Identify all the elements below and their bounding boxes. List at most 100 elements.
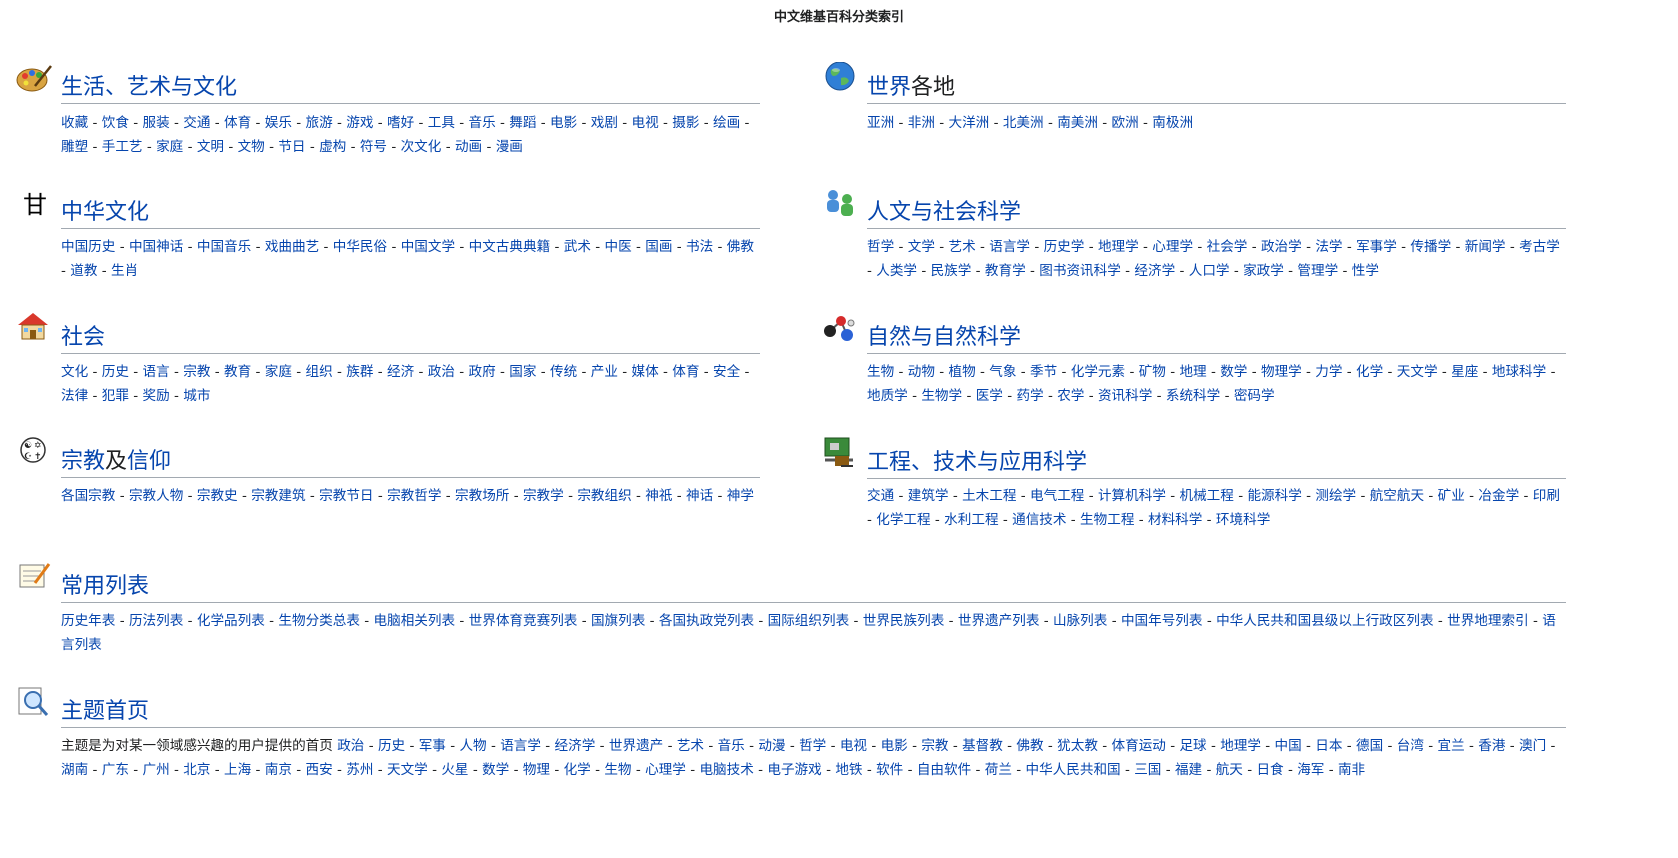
category-link[interactable]: 民族学	[931, 263, 972, 279]
category-link[interactable]: 中华人民共和国县级以上行政区列表	[1216, 613, 1434, 629]
category-link[interactable]: 电影	[550, 115, 577, 131]
category-link[interactable]: 服装	[143, 115, 170, 131]
category-link[interactable]: 娱乐	[265, 115, 292, 131]
category-link[interactable]: 收藏	[61, 115, 88, 131]
category-link[interactable]: 生物	[604, 762, 631, 778]
category-link[interactable]: 历史学	[1044, 239, 1085, 255]
category-link[interactable]: 动漫	[758, 738, 785, 754]
category-link[interactable]: 化学品列表	[197, 613, 265, 629]
category-link[interactable]: 中国年号列表	[1121, 613, 1203, 629]
category-link[interactable]: 数学	[482, 762, 509, 778]
category-link[interactable]: 世界民族列表	[863, 613, 945, 629]
category-link[interactable]: 南极洲	[1152, 115, 1193, 131]
category-link[interactable]: 水利工程	[944, 512, 998, 528]
category-link[interactable]: 世界遗产	[609, 738, 663, 754]
category-link[interactable]: 季节	[1030, 364, 1057, 380]
category-link[interactable]: 建筑学	[908, 488, 949, 504]
category-link[interactable]: 足球	[1179, 738, 1206, 754]
category-link[interactable]: 次文化	[401, 139, 442, 155]
category-link[interactable]: 自由软件	[917, 762, 971, 778]
category-link[interactable]: 性学	[1352, 263, 1379, 279]
category-link[interactable]: 广州	[143, 762, 170, 778]
category-link[interactable]: 亚洲	[867, 115, 894, 131]
category-link[interactable]: 中国神话	[129, 239, 183, 255]
category-link[interactable]: 南美洲	[1057, 115, 1098, 131]
category-link[interactable]: 绘画	[713, 115, 740, 131]
category-link[interactable]: 嗜好	[387, 115, 414, 131]
category-link[interactable]: 生物	[867, 364, 894, 380]
category-link[interactable]: 物理学	[1261, 364, 1302, 380]
category-link[interactable]: 机械工程	[1180, 488, 1234, 504]
section-title[interactable]: 工程、技术与应用科学	[867, 444, 1087, 476]
category-link[interactable]: 文学	[908, 239, 935, 255]
category-link[interactable]: 力学	[1315, 364, 1342, 380]
category-link[interactable]: 历史	[378, 738, 405, 754]
category-link[interactable]: 宗教	[183, 364, 210, 380]
category-link[interactable]: 宗教史	[197, 488, 238, 504]
category-link[interactable]: 电视	[840, 738, 867, 754]
category-link[interactable]: 组织	[306, 364, 333, 380]
category-link[interactable]: 地理学	[1220, 738, 1261, 754]
category-link[interactable]: 符号	[360, 139, 387, 155]
category-link[interactable]: 宗教哲学	[387, 488, 441, 504]
category-link[interactable]: 药学	[1016, 388, 1043, 404]
category-link[interactable]: 神祇	[645, 488, 672, 504]
category-link[interactable]: 生物学	[921, 388, 962, 404]
category-link[interactable]: 资讯科学	[1098, 388, 1152, 404]
category-link[interactable]: 武术	[564, 239, 591, 255]
category-link[interactable]: 语言学	[500, 738, 541, 754]
category-link[interactable]: 族群	[346, 364, 373, 380]
category-link[interactable]: 能源科学	[1247, 488, 1301, 504]
category-link[interactable]: 雕塑	[61, 139, 88, 155]
category-link[interactable]: 星座	[1451, 364, 1478, 380]
category-link[interactable]: 交通	[867, 488, 894, 504]
category-link[interactable]: 软件	[876, 762, 903, 778]
category-link[interactable]: 国画	[645, 239, 672, 255]
category-link[interactable]: 日食	[1256, 762, 1283, 778]
category-link[interactable]: 文明	[197, 139, 224, 155]
category-link[interactable]: 管理学	[1297, 263, 1338, 279]
category-link[interactable]: 人物	[459, 738, 486, 754]
category-link[interactable]: 土木工程	[962, 488, 1016, 504]
category-link[interactable]: 体育	[224, 115, 251, 131]
category-link[interactable]: 地质学	[867, 388, 908, 404]
category-link[interactable]: 语言	[143, 364, 170, 380]
category-link[interactable]: 历史年表	[61, 613, 115, 629]
category-link[interactable]: 传统	[550, 364, 577, 380]
category-link[interactable]: 欧洲	[1112, 115, 1139, 131]
category-link[interactable]: 非洲	[908, 115, 935, 131]
category-link[interactable]: 印刷	[1533, 488, 1560, 504]
category-link[interactable]: 军事	[419, 738, 446, 754]
category-link[interactable]: 矿物	[1139, 364, 1166, 380]
category-link[interactable]: 教育学	[985, 263, 1026, 279]
category-link[interactable]: 世界体育竞赛列表	[469, 613, 578, 629]
category-link[interactable]: 政治	[337, 738, 364, 754]
category-link[interactable]: 植物	[949, 364, 976, 380]
category-link[interactable]: 旅游	[306, 115, 333, 131]
category-link[interactable]: 海军	[1297, 762, 1324, 778]
category-link[interactable]: 各国宗教	[61, 488, 115, 504]
category-link[interactable]: 电脑相关列表	[374, 613, 456, 629]
category-link[interactable]: 中国历史	[61, 239, 115, 255]
category-link[interactable]: 政府	[469, 364, 496, 380]
category-link[interactable]: 材料科学	[1148, 512, 1202, 528]
category-link[interactable]: 测绘学	[1315, 488, 1356, 504]
section-title[interactable]: 中华文化	[61, 194, 149, 226]
category-link[interactable]: 宗教场所	[455, 488, 509, 504]
category-link[interactable]: 地理学	[1098, 239, 1139, 255]
category-link[interactable]: 中国文学	[401, 239, 455, 255]
category-link[interactable]: 舞蹈	[509, 115, 536, 131]
section-title[interactable]: 主题首页	[61, 693, 149, 725]
category-link[interactable]: 电气工程	[1030, 488, 1084, 504]
category-link[interactable]: 家庭	[265, 364, 292, 380]
category-link[interactable]: 宗教组织	[577, 488, 631, 504]
category-link[interactable]: 体育	[672, 364, 699, 380]
category-link[interactable]: 节日	[278, 139, 305, 155]
category-link[interactable]: 世界遗产列表	[958, 613, 1040, 629]
category-link[interactable]: 中华民俗	[333, 239, 387, 255]
section-title[interactable]: 社会	[61, 319, 105, 351]
category-link[interactable]: 密码学	[1234, 388, 1275, 404]
category-link[interactable]: 南非	[1338, 762, 1365, 778]
category-link[interactable]: 中国音乐	[197, 239, 251, 255]
category-link[interactable]: 佛教	[1016, 738, 1043, 754]
